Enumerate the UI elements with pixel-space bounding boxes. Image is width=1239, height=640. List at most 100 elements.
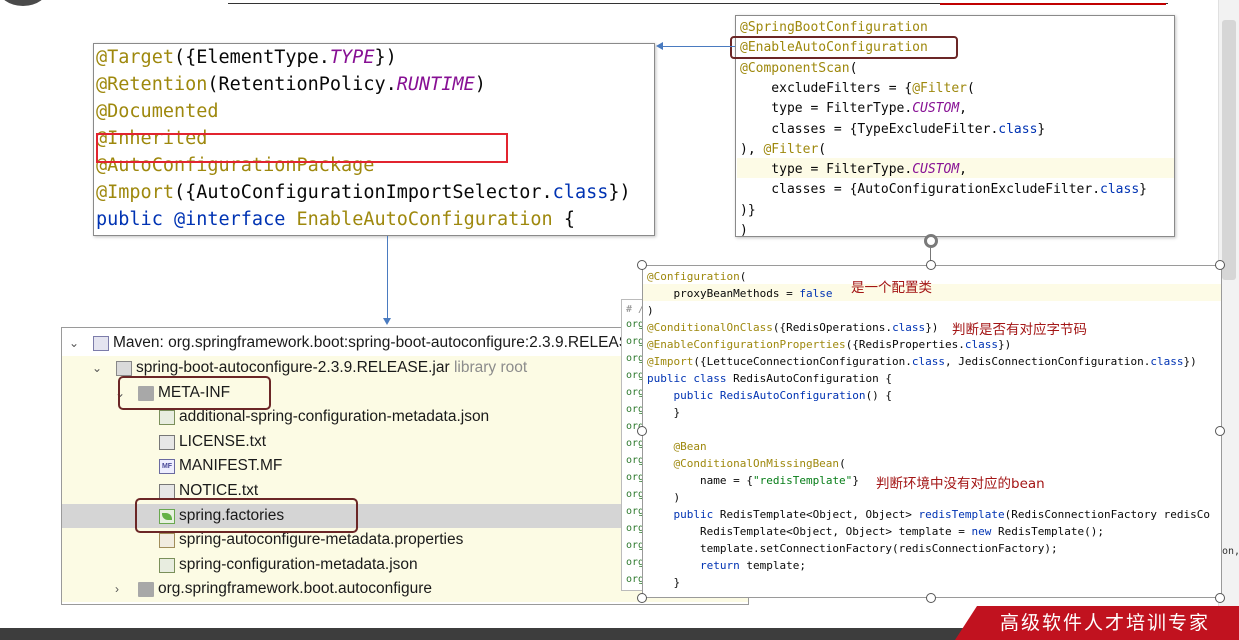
clipped-code-text: on, — [1222, 546, 1239, 557]
code-token: class — [964, 338, 999, 351]
code-token: ) — [647, 304, 654, 317]
code-token: public class — [647, 372, 734, 385]
resize-handle[interactable] — [1215, 426, 1225, 436]
note-config-class: 是一个配置类 — [851, 280, 932, 296]
code-line: )} — [740, 201, 756, 221]
code-token: }) — [925, 321, 939, 334]
code-token: ( — [839, 457, 846, 470]
code-line: @ConditionalOnMissingBean( — [647, 455, 846, 472]
spring-boot-application-code-panel: @SpringBootConfiguration @EnableAutoConfi… — [730, 15, 1175, 238]
brand-slogan: 高级软件人才培训专家 — [1000, 612, 1211, 634]
code-token: new — [971, 525, 992, 538]
properties-file-icon — [159, 533, 175, 548]
library-root-label: library root — [453, 359, 528, 376]
code-token: template.setConnectionFactory(redisConne… — [647, 542, 1058, 555]
code-line: } — [647, 574, 680, 591]
code-token: classes = {TypeExcludeFilter. — [740, 121, 999, 137]
jar-icon — [116, 361, 132, 376]
code-token: } — [647, 576, 681, 589]
code-token: ( — [849, 60, 858, 76]
code-token: )} — [740, 202, 756, 218]
resize-handle[interactable] — [637, 593, 647, 603]
rotate-handle-icon[interactable] — [924, 234, 938, 248]
code-token: RedisAutoConfiguration — [719, 389, 866, 402]
code-token: @SpringBootConfiguration — [740, 20, 928, 35]
code-token: proxyBeanMethods = — [647, 287, 800, 300]
enable-auto-configuration-highlight-box — [730, 36, 958, 59]
resize-handle[interactable] — [637, 426, 647, 436]
code-token: ) — [740, 223, 748, 238]
code-token: ), — [740, 141, 764, 157]
code-line: @Bean — [647, 438, 706, 455]
package-folder-icon — [138, 582, 154, 597]
code-line: ), @Filter( — [740, 140, 826, 160]
spring-factories-highlight-box — [135, 498, 358, 533]
chevron-right-icon[interactable]: › — [115, 577, 119, 602]
code-line: @EnableConfigurationProperties({RedisPro… — [647, 336, 1011, 353]
code-token: public — [647, 508, 720, 521]
resize-handle[interactable] — [926, 593, 936, 603]
code-token: class — [998, 121, 1038, 137]
code-line: type = FilterType.CUSTOM, — [740, 99, 967, 119]
code-token: false — [799, 287, 833, 300]
resize-handle[interactable] — [637, 260, 647, 270]
note-no-bean: 判断环境中没有对应的bean — [876, 476, 1045, 492]
code-line: template.setConnectionFactory(redisConne… — [647, 540, 1058, 557]
redis-auto-configuration-code-panel[interactable]: @Configuration( proxyBeanMethods = false… — [642, 265, 1222, 598]
code-line: proxyBeanMethods = false — [647, 285, 832, 302]
code-line: excludeFilters = {@Filter( — [740, 79, 975, 99]
tree-label: LICENSE.txt — [179, 433, 266, 450]
code-token: @Filter — [763, 141, 819, 157]
code-token: @ComponentScan — [740, 60, 850, 76]
code-token: type = FilterType. — [740, 162, 913, 178]
note-has-bytecode: 判断是否有对应字节码 — [952, 322, 1087, 338]
code-line: public RedisAutoConfiguration() { — [647, 387, 892, 404]
code-line-target: @Target({ElementType.TYPE}) — [96, 47, 397, 68]
text-file-icon — [159, 435, 175, 450]
tree-label: spring-configuration-metadata.json — [179, 556, 418, 573]
code-token: public — [647, 389, 720, 402]
code-token: } — [852, 474, 859, 487]
code-line: return template; — [647, 557, 806, 574]
arrow-head-down-icon — [383, 318, 391, 325]
chevron-down-icon[interactable]: ⌄ — [92, 356, 102, 381]
code-token: CUSTOM — [912, 162, 960, 178]
tree-label: Maven: org.springframework.boot:spring-b… — [113, 334, 640, 351]
code-token: ({RedisProperties. — [845, 338, 965, 351]
code-line: @Import({LettuceConnectionConfiguration.… — [647, 353, 1197, 370]
arrow-head-left-icon — [656, 42, 663, 50]
code-token: ({RedisOperations. — [772, 321, 893, 334]
code-line: classes = {AutoConfigurationExcludeFilte… — [740, 180, 1147, 200]
code-token: CUSTOM — [912, 101, 960, 117]
code-token: type = FilterType. — [740, 101, 913, 117]
json-file-icon — [159, 410, 175, 425]
code-line-documented: @Documented — [96, 101, 219, 122]
code-token: ( — [966, 80, 975, 96]
resize-handle[interactable] — [1215, 593, 1225, 603]
code-line: public class RedisAutoConfiguration { — [647, 370, 892, 387]
code-line-import: @Import({AutoConfigurationImportSelector… — [96, 182, 631, 203]
code-token: ) — [647, 491, 681, 504]
code-token: @EnableConfigurationProperties — [647, 338, 846, 351]
arrow-connector-horizontal — [660, 46, 735, 47]
code-token: () { — [865, 389, 893, 402]
code-line: @Configuration( — [647, 268, 746, 285]
code-token: }) — [998, 338, 1012, 351]
resize-handle[interactable] — [1215, 260, 1225, 270]
top-red-accent-line — [940, 3, 1166, 5]
chevron-down-icon[interactable]: ⌄ — [69, 331, 79, 356]
code-token: @Import — [647, 355, 694, 368]
right-scrollbar-thumb[interactable] — [1222, 20, 1236, 280]
code-token: @ConditionalOnMissingBean — [647, 457, 840, 470]
code-token: redisTemplate — [918, 508, 1005, 521]
code-token: name = { — [647, 474, 753, 487]
code-line: public RedisTemplate<Object, Object> red… — [647, 506, 1209, 523]
code-line: RedisTemplate<Object, Object> template =… — [647, 523, 1104, 540]
resize-handle[interactable] — [926, 260, 936, 270]
code-token: class — [911, 355, 946, 368]
maven-library-icon — [93, 336, 109, 351]
text-file-icon — [159, 484, 175, 499]
code-token: class — [1100, 182, 1140, 198]
code-token: class — [1150, 355, 1184, 368]
tree-label: org.springframework.boot.autoconfigure — [158, 580, 432, 597]
